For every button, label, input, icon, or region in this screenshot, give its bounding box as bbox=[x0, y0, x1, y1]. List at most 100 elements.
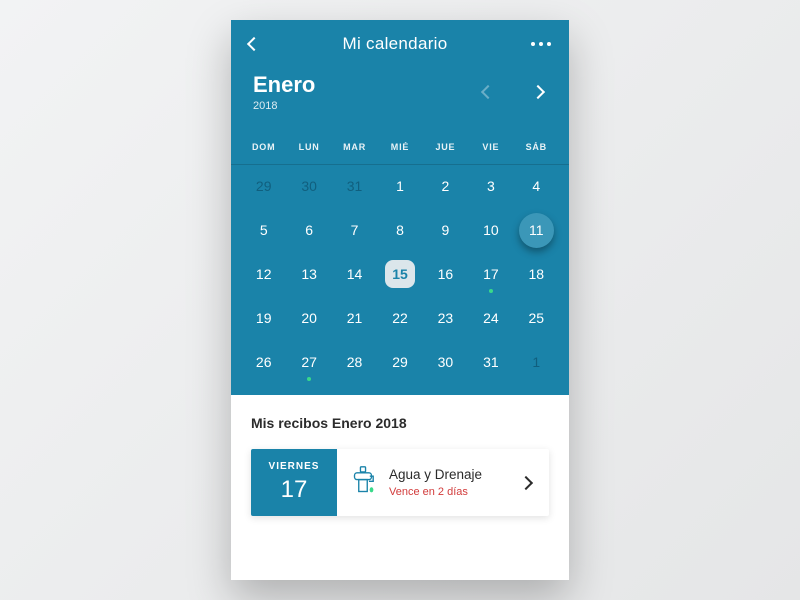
calendar-day[interactable]: 30 bbox=[423, 347, 468, 377]
more-icon[interactable] bbox=[531, 42, 551, 46]
calendar-day[interactable]: 3 bbox=[468, 171, 513, 201]
calendar-day[interactable]: 29 bbox=[241, 171, 286, 201]
day-number: 30 bbox=[301, 178, 317, 194]
day-number: 31 bbox=[347, 178, 363, 194]
calendar-day[interactable]: 12 bbox=[241, 259, 286, 289]
receipts-title: Mis recibos Enero 2018 bbox=[251, 415, 549, 431]
calendar-day[interactable]: 11 bbox=[514, 215, 559, 245]
calendar-day[interactable]: 15 bbox=[377, 259, 422, 289]
day-number: 1 bbox=[532, 354, 540, 370]
nav-bar: Mi calendario bbox=[231, 20, 569, 62]
day-number: 26 bbox=[256, 354, 272, 370]
day-number: 16 bbox=[438, 266, 454, 282]
page-title: Mi calendario bbox=[342, 34, 447, 54]
calendar-day[interactable]: 14 bbox=[332, 259, 377, 289]
day-number: 18 bbox=[528, 266, 544, 282]
calendar-day[interactable]: 21 bbox=[332, 303, 377, 333]
calendar-grid: 2930311234567891011121314151617181920212… bbox=[231, 165, 569, 395]
day-number: 13 bbox=[301, 266, 317, 282]
day-number: 7 bbox=[351, 222, 359, 238]
day-number: 1 bbox=[396, 178, 404, 194]
weekday-label: LUN bbox=[286, 142, 331, 152]
event-dot-icon bbox=[489, 289, 493, 293]
calendar-day[interactable]: 31 bbox=[332, 171, 377, 201]
calendar-day[interactable]: 24 bbox=[468, 303, 513, 333]
day-number: 28 bbox=[347, 354, 363, 370]
day-number: 20 bbox=[301, 310, 317, 326]
calendar-day[interactable]: 18 bbox=[514, 259, 559, 289]
calendar-day[interactable]: 8 bbox=[377, 215, 422, 245]
receipts-section: Mis recibos Enero 2018 VIERNES 17 bbox=[231, 395, 569, 516]
calendar-day[interactable]: 9 bbox=[423, 215, 468, 245]
calendar-day[interactable]: 22 bbox=[377, 303, 422, 333]
calendar-day[interactable]: 31 bbox=[468, 347, 513, 377]
weekday-label: VIE bbox=[468, 142, 513, 152]
receipt-subtitle: Vence en 2 días bbox=[389, 486, 509, 498]
day-number: 19 bbox=[256, 310, 272, 326]
month-name: Enero bbox=[253, 72, 315, 98]
day-number: 25 bbox=[528, 310, 544, 326]
calendar-day[interactable]: 29 bbox=[377, 347, 422, 377]
calendar-day[interactable]: 2 bbox=[423, 171, 468, 201]
day-number: 23 bbox=[438, 310, 454, 326]
phone-frame: Mi calendario Enero 2018 DOMLUNMARMIÉJUE… bbox=[231, 20, 569, 580]
weekday-label: DOM bbox=[241, 142, 286, 152]
calendar-day[interactable]: 4 bbox=[514, 171, 559, 201]
receipt-card[interactable]: VIERNES 17 Agua y Drenaje Vence en 2 día… bbox=[251, 449, 549, 516]
day-number: 15 bbox=[392, 266, 408, 282]
day-number: 27 bbox=[301, 354, 317, 370]
calendar-day[interactable]: 1 bbox=[377, 171, 422, 201]
month-year: 2018 bbox=[253, 100, 315, 112]
calendar-day[interactable]: 23 bbox=[423, 303, 468, 333]
day-number: 22 bbox=[392, 310, 408, 326]
day-number: 12 bbox=[256, 266, 272, 282]
day-number: 10 bbox=[483, 222, 499, 238]
receipt-dow: VIERNES bbox=[269, 461, 320, 472]
receipt-date-badge: VIERNES 17 bbox=[251, 449, 337, 516]
calendar-day[interactable]: 6 bbox=[286, 215, 331, 245]
calendar-day[interactable]: 30 bbox=[286, 171, 331, 201]
prev-month-icon[interactable] bbox=[481, 85, 495, 99]
calendar-day[interactable]: 5 bbox=[241, 215, 286, 245]
event-dot-icon bbox=[307, 377, 311, 381]
day-number: 8 bbox=[396, 222, 404, 238]
calendar-day[interactable]: 27 bbox=[286, 347, 331, 377]
day-number: 29 bbox=[256, 178, 272, 194]
faucet-icon bbox=[349, 466, 377, 500]
day-number: 9 bbox=[442, 222, 450, 238]
weekday-label: SÁB bbox=[514, 142, 559, 152]
weekday-label: MIÉ bbox=[377, 142, 422, 152]
calendar-day[interactable]: 10 bbox=[468, 215, 513, 245]
day-number: 24 bbox=[483, 310, 499, 326]
weekday-label: JUE bbox=[423, 142, 468, 152]
day-number: 21 bbox=[347, 310, 363, 326]
day-number: 14 bbox=[347, 266, 363, 282]
day-number: 5 bbox=[260, 222, 268, 238]
day-number: 6 bbox=[305, 222, 313, 238]
calendar-day[interactable]: 26 bbox=[241, 347, 286, 377]
calendar-day[interactable]: 20 bbox=[286, 303, 331, 333]
day-number: 11 bbox=[529, 222, 544, 238]
next-month-icon[interactable] bbox=[531, 85, 545, 99]
back-icon[interactable] bbox=[247, 37, 261, 51]
day-number: 2 bbox=[442, 178, 450, 194]
calendar-day[interactable]: 16 bbox=[423, 259, 468, 289]
day-number: 30 bbox=[438, 354, 454, 370]
day-number: 3 bbox=[487, 178, 495, 194]
day-number: 31 bbox=[483, 354, 499, 370]
weekday-label: MAR bbox=[332, 142, 377, 152]
receipt-day: 17 bbox=[281, 476, 308, 504]
calendar-day[interactable]: 1 bbox=[514, 347, 559, 377]
day-number: 17 bbox=[483, 266, 499, 282]
receipt-title: Agua y Drenaje bbox=[389, 467, 509, 482]
month-label: Enero 2018 bbox=[253, 72, 315, 112]
weekday-header: DOMLUNMARMIÉJUEVIESÁB bbox=[231, 130, 569, 165]
calendar-day[interactable]: 19 bbox=[241, 303, 286, 333]
calendar-panel: Mi calendario Enero 2018 DOMLUNMARMIÉJUE… bbox=[231, 20, 569, 395]
calendar-day[interactable]: 13 bbox=[286, 259, 331, 289]
calendar-day[interactable]: 17 bbox=[468, 259, 513, 289]
calendar-day[interactable]: 25 bbox=[514, 303, 559, 333]
calendar-day[interactable]: 7 bbox=[332, 215, 377, 245]
calendar-day[interactable]: 28 bbox=[332, 347, 377, 377]
day-number: 29 bbox=[392, 354, 408, 370]
